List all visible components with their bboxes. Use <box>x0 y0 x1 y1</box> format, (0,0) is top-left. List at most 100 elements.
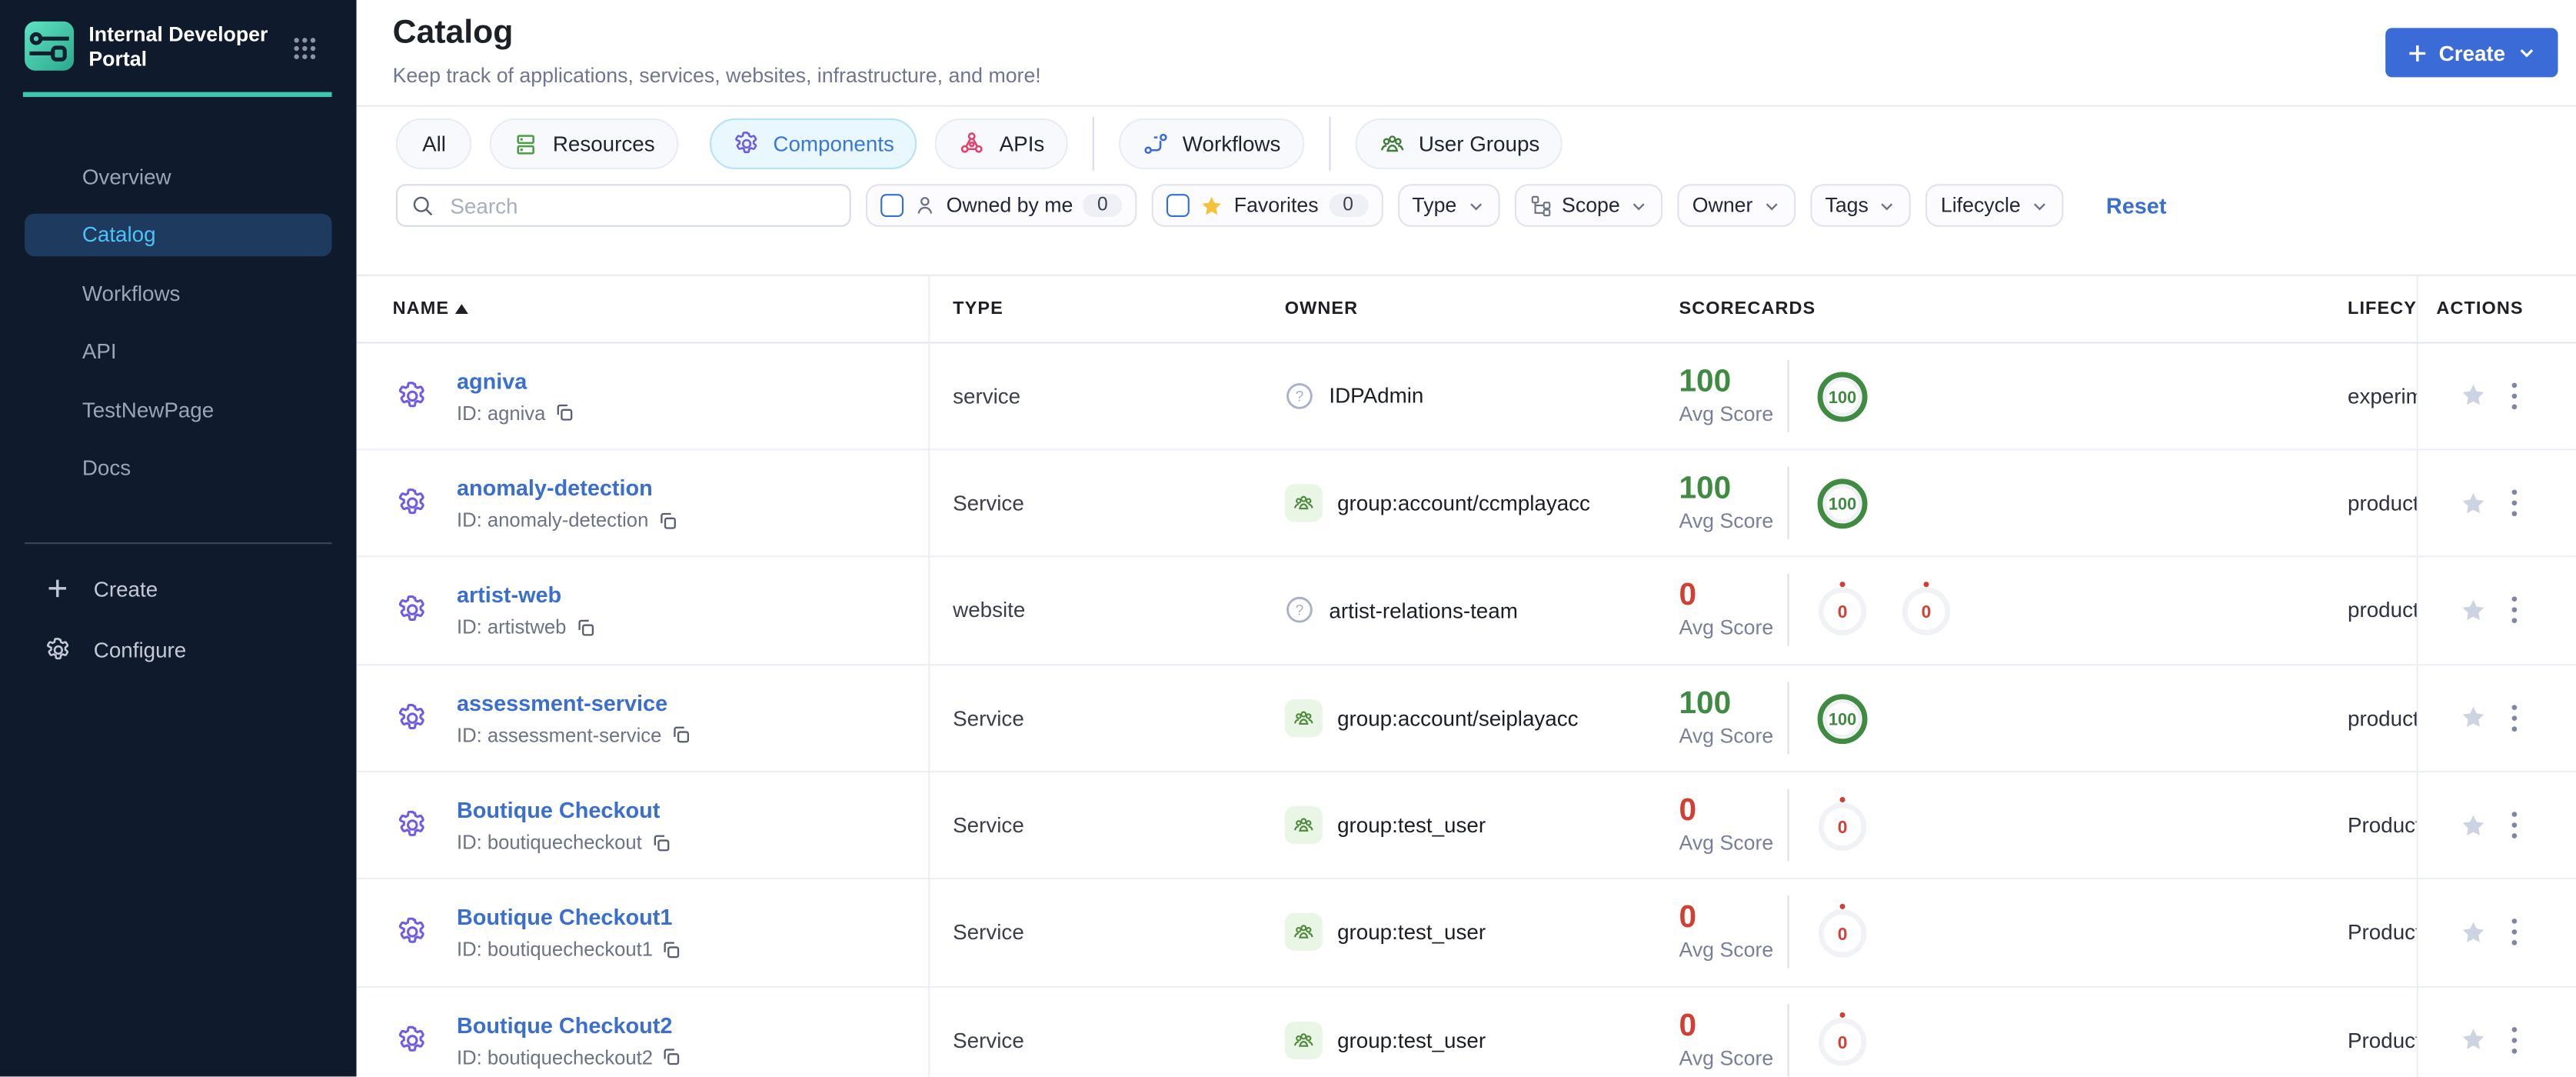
favorite-star-icon[interactable] <box>2456 915 2491 950</box>
avg-score-value: 0 <box>1679 579 1697 614</box>
scorecards-cell: 0 Avg Score 0 <box>1679 896 1869 969</box>
search-box <box>395 184 851 227</box>
chevron-down-icon <box>1469 202 1482 210</box>
scope-icon <box>1530 195 1550 217</box>
create-button[interactable]: Create <box>2385 28 2558 78</box>
favorite-star-icon[interactable] <box>2456 701 2491 735</box>
owner-cell: group:account/ccmplayacc <box>1284 484 1590 522</box>
owned-by-me-filter[interactable]: Owned by me 0 <box>865 184 1137 227</box>
tab-components[interactable]: Components <box>709 118 917 170</box>
tab-apis[interactable]: APIs <box>935 118 1068 170</box>
person-icon <box>917 197 933 214</box>
favorite-star-icon[interactable] <box>2456 808 2491 842</box>
entity-name-link[interactable]: anomaly-detection <box>457 476 653 501</box>
type-cell: service <box>953 383 1021 408</box>
scorecards-cell: 0 Avg Score 0 0 <box>1679 574 1953 647</box>
entity-name-link[interactable]: Boutique Checkout <box>457 798 660 822</box>
row-menu-icon[interactable] <box>2507 378 2521 414</box>
copy-icon[interactable] <box>661 1046 683 1068</box>
row-menu-icon[interactable] <box>2507 592 2521 629</box>
column-header-type[interactable]: TYPE <box>953 298 1003 318</box>
owner-cell: group:test_user <box>1284 806 1486 845</box>
type-dropdown[interactable]: Type <box>1397 184 1499 227</box>
sidebar-create-button[interactable]: Create <box>25 567 332 610</box>
lifecycle-dropdown[interactable]: Lifecycle <box>1925 184 2064 227</box>
table-row[interactable]: assessment-service ID: assessment-service… <box>356 665 2576 772</box>
lifecycle-dropdown-label: Lifecycle <box>1940 194 2021 218</box>
sidebar-create-label: Create <box>93 575 158 601</box>
owner-dropdown[interactable]: Owner <box>1677 184 1796 227</box>
scope-dropdown[interactable]: Scope <box>1514 184 1663 227</box>
entity-tabs: All Resources Components APIs Workflows <box>395 116 1581 172</box>
search-input[interactable] <box>447 191 837 220</box>
copy-icon[interactable] <box>554 402 575 424</box>
app-title: Internal Developer Portal <box>88 22 268 71</box>
sidebar-item-overview[interactable]: Overview <box>25 155 332 198</box>
name-cell: Boutique Checkout2 ID: boutiquecheckout2 <box>457 1011 683 1069</box>
avg-score-label: Avg Score <box>1679 616 1774 640</box>
sidebar-item-workflows[interactable]: Workflows <box>25 272 332 315</box>
app-grid-icon[interactable] <box>292 36 317 69</box>
owned-by-me-checkbox[interactable] <box>880 194 904 218</box>
sidebar-item-api[interactable]: API <box>25 329 332 372</box>
entity-id: ID: agniva <box>457 402 575 425</box>
user-groups-icon <box>1380 135 1403 152</box>
entity-name-link[interactable]: Boutique Checkout1 <box>457 905 672 930</box>
table-row[interactable]: Boutique Checkout1 ID: boutiquecheckout1 S… <box>356 879 2576 988</box>
table-row[interactable]: Boutique Checkout2 ID: boutiquecheckout2 S… <box>357 987 2576 1077</box>
entity-id: ID: boutiquecheckout <box>457 831 671 854</box>
tab-workflows[interactable]: Workflows <box>1118 118 1304 170</box>
favorites-filter[interactable]: Favorites 0 <box>1151 184 1383 227</box>
favorite-star-icon[interactable] <box>2456 485 2491 520</box>
sidebar-item-catalog[interactable]: Catalog <box>25 212 332 256</box>
tags-dropdown[interactable]: Tags <box>1810 184 1912 227</box>
actions-cell <box>2416 987 2576 1077</box>
tab-resources[interactable]: Resources <box>490 118 678 170</box>
avg-score-value: 0 <box>1679 901 1697 936</box>
tab-all[interactable]: All <box>395 118 473 170</box>
entity-name-link[interactable]: artist-web <box>457 583 561 608</box>
name-cell: artist-web ID: artistweb <box>457 582 596 639</box>
table-row[interactable]: artist-web ID: artistweb website? artist-re… <box>356 557 2576 665</box>
copy-icon[interactable] <box>670 725 691 746</box>
entity-name-link[interactable]: Boutique Checkout2 <box>457 1013 672 1038</box>
row-menu-icon[interactable] <box>2507 807 2521 843</box>
favorites-checkbox[interactable] <box>1167 194 1190 218</box>
entity-id: ID: artistweb <box>457 616 596 639</box>
favorite-star-icon[interactable] <box>2456 378 2491 413</box>
type-cell: Service <box>953 1027 1024 1052</box>
table-row[interactable]: anomaly-detection ID: anomaly-detection Se… <box>356 450 2576 558</box>
copy-icon[interactable] <box>661 939 683 961</box>
reset-filters-link[interactable]: Reset <box>2106 193 2167 218</box>
row-menu-icon[interactable] <box>2507 700 2521 736</box>
owner-cell: group:account/seiplayacc <box>1284 699 1579 737</box>
row-menu-icon[interactable] <box>2507 1022 2521 1058</box>
sidebar: Internal Developer Portal Overview Catal… <box>0 0 357 1077</box>
sidebar-configure-button[interactable]: Configure <box>25 628 332 671</box>
row-menu-icon[interactable] <box>2507 485 2521 521</box>
actions-cell <box>2416 772 2576 879</box>
sort-asc-icon <box>455 303 469 314</box>
type-cell: Service <box>953 705 1024 731</box>
copy-icon[interactable] <box>657 509 678 531</box>
table-row[interactable]: agniva ID: agniva service? IDPAdmin 100 Avg S… <box>356 342 2576 451</box>
entity-name-link[interactable]: agniva <box>457 368 527 393</box>
chevron-down-icon <box>1632 202 1645 210</box>
column-header-name[interactable]: NAME <box>393 298 469 318</box>
tab-user-groups[interactable]: User Groups <box>1354 118 1563 170</box>
sidebar-item-testnewpage[interactable]: TestNewPage <box>25 388 332 431</box>
copy-icon[interactable] <box>574 617 596 639</box>
copy-icon[interactable] <box>651 832 672 853</box>
row-menu-icon[interactable] <box>2507 915 2521 951</box>
sidebar-item-docs[interactable]: Docs <box>25 446 332 489</box>
avg-score-label: Avg Score <box>1679 509 1774 533</box>
table-row[interactable]: Boutique Checkout ID: boutiquecheckout Ser… <box>356 772 2576 880</box>
page-subtitle: Keep track of applications, services, we… <box>392 64 1041 88</box>
favorite-star-icon[interactable] <box>2456 1022 2491 1057</box>
column-header-scorecards[interactable]: SCORECARDS <box>1679 298 1816 318</box>
entity-name-link[interactable]: assessment-service <box>457 691 667 715</box>
app-logo-icon <box>25 21 75 79</box>
chevron-down-icon <box>2033 202 2045 210</box>
column-header-owner[interactable]: OWNER <box>1285 298 1358 318</box>
favorite-star-icon[interactable] <box>2456 593 2491 628</box>
